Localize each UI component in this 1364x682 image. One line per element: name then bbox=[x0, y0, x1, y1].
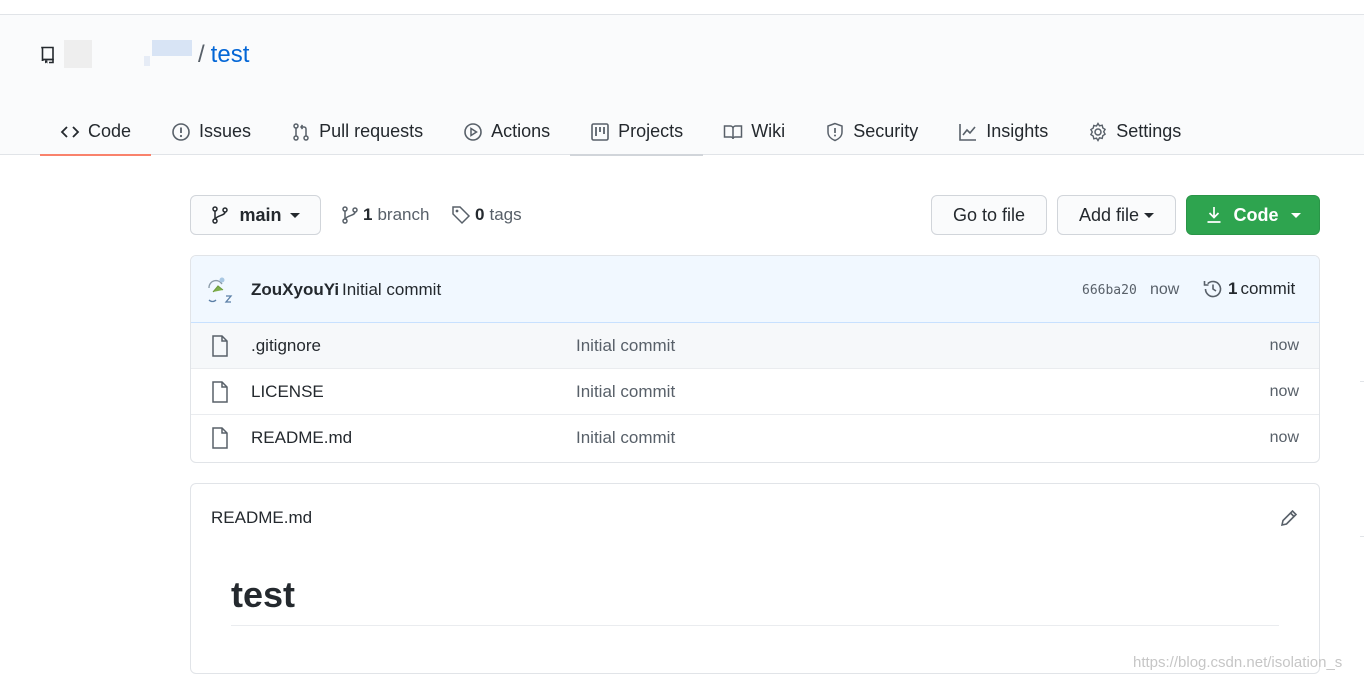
repo-name-link[interactable]: test bbox=[211, 41, 250, 69]
issue-icon bbox=[171, 122, 191, 142]
tab-security[interactable]: Security bbox=[805, 108, 938, 155]
table-row[interactable]: .gitignore Initial commit now bbox=[191, 323, 1319, 369]
commit-author-link[interactable]: ZouXyouYi bbox=[251, 280, 339, 300]
pull-request-icon bbox=[291, 122, 311, 142]
tab-pull-requests-label: Pull requests bbox=[319, 121, 424, 141]
file-icon bbox=[211, 335, 231, 357]
branch-select-label: main bbox=[239, 204, 282, 225]
commit-count: 1 bbox=[1228, 279, 1238, 298]
chevron-down-icon bbox=[289, 212, 300, 218]
code-download-button[interactable]: Code bbox=[1186, 195, 1320, 235]
sidebar-divider bbox=[1360, 536, 1364, 537]
download-icon bbox=[1206, 206, 1222, 224]
commit-history-link[interactable]: 1 commit bbox=[1202, 278, 1295, 300]
code-icon bbox=[60, 122, 80, 142]
go-to-file-button[interactable]: Go to file bbox=[931, 195, 1047, 235]
repo-nav-tabs: Code Issues Pull requests Actions Projec… bbox=[40, 108, 1201, 156]
add-file-button[interactable]: Add file bbox=[1057, 195, 1176, 235]
branch-label: branch bbox=[377, 205, 430, 224]
tab-code[interactable]: Code bbox=[40, 108, 152, 156]
tab-issues-label: Issues bbox=[199, 121, 252, 141]
branch-icon bbox=[341, 205, 359, 225]
tab-security-label: Security bbox=[853, 121, 919, 141]
table-row[interactable]: LICENSE Initial commit now bbox=[191, 369, 1319, 415]
latest-commit-bar: ZouXyouYi Initial commit 666ba20 now 1 c… bbox=[191, 256, 1319, 323]
tab-actions-label: Actions bbox=[491, 121, 551, 141]
file-name-link[interactable]: .gitignore bbox=[251, 336, 321, 356]
tab-insights[interactable]: Insights bbox=[938, 108, 1068, 155]
tag-icon bbox=[451, 205, 471, 225]
history-icon bbox=[1202, 278, 1224, 300]
repo-title: / test bbox=[40, 39, 249, 71]
file-age: now bbox=[1269, 429, 1299, 446]
tab-wiki-label: Wiki bbox=[751, 121, 786, 141]
tab-settings-label: Settings bbox=[1116, 121, 1182, 141]
file-icon bbox=[211, 427, 231, 449]
file-icon bbox=[211, 381, 231, 403]
file-commit-message-link[interactable]: Initial commit bbox=[576, 382, 675, 402]
file-commit-message-link[interactable]: Initial commit bbox=[576, 428, 675, 448]
about-sidebar bbox=[1354, 0, 1364, 682]
readme-panel: README.md test bbox=[190, 483, 1320, 674]
tab-code-label: Code bbox=[88, 121, 132, 141]
branch-select-button[interactable]: main bbox=[190, 195, 321, 235]
tag-label: tags bbox=[489, 205, 522, 224]
readme-filename: README.md bbox=[211, 508, 313, 527]
readme-heading: test bbox=[231, 574, 1279, 627]
add-file-label: Add file bbox=[1078, 204, 1140, 225]
tab-projects[interactable]: Projects bbox=[570, 108, 704, 156]
file-age: now bbox=[1269, 337, 1299, 354]
tab-pull-requests[interactable]: Pull requests bbox=[271, 108, 443, 155]
tab-settings[interactable]: Settings bbox=[1068, 108, 1201, 155]
file-name-link[interactable]: LICENSE bbox=[251, 382, 324, 402]
repo-separator: / bbox=[198, 41, 205, 68]
graph-icon bbox=[958, 122, 978, 142]
table-row[interactable]: README.md Initial commit now bbox=[191, 415, 1319, 461]
file-age: now bbox=[1269, 383, 1299, 400]
play-icon bbox=[463, 122, 483, 142]
chevron-down-icon bbox=[1290, 212, 1301, 218]
commit-message-link[interactable]: Initial commit bbox=[342, 280, 441, 300]
pencil-icon[interactable] bbox=[1279, 508, 1299, 528]
branch-count: 1 bbox=[363, 205, 373, 224]
commit-time: now bbox=[1150, 281, 1180, 298]
tab-wiki[interactable]: Wiki bbox=[703, 108, 805, 155]
avatar[interactable] bbox=[205, 274, 235, 304]
project-icon bbox=[590, 122, 610, 142]
tags-link[interactable]: 0 tags bbox=[451, 203, 522, 227]
repo-owner-link[interactable] bbox=[64, 40, 192, 70]
file-name-link[interactable]: README.md bbox=[251, 428, 352, 448]
go-to-file-label: Go to file bbox=[952, 204, 1026, 225]
sidebar-divider bbox=[1360, 381, 1364, 382]
tab-projects-label: Projects bbox=[618, 121, 684, 141]
gear-icon bbox=[1088, 121, 1108, 142]
file-commit-message-link[interactable]: Initial commit bbox=[576, 336, 675, 356]
code-download-label: Code bbox=[1233, 204, 1279, 225]
tab-actions[interactable]: Actions bbox=[443, 108, 570, 155]
chevron-down-icon bbox=[1144, 212, 1155, 218]
commit-sha-link[interactable]: 666ba20 bbox=[1082, 283, 1137, 298]
commit-count-label: commit bbox=[1240, 279, 1296, 298]
tab-issues[interactable]: Issues bbox=[151, 108, 271, 155]
book-icon bbox=[723, 122, 743, 142]
tab-insights-label: Insights bbox=[986, 121, 1049, 141]
tag-count: 0 bbox=[475, 205, 485, 224]
watermark: https://blog.csdn.net/isolation_s bbox=[1133, 654, 1343, 671]
branch-icon bbox=[211, 205, 229, 225]
repo-header: / test Code Issues Pull requests Actions… bbox=[0, 15, 1364, 156]
branches-link[interactable]: 1 branch bbox=[341, 203, 429, 227]
file-listing: ZouXyouYi Initial commit 666ba20 now 1 c… bbox=[190, 255, 1320, 463]
repo-icon bbox=[40, 45, 60, 65]
shield-icon bbox=[825, 122, 845, 142]
